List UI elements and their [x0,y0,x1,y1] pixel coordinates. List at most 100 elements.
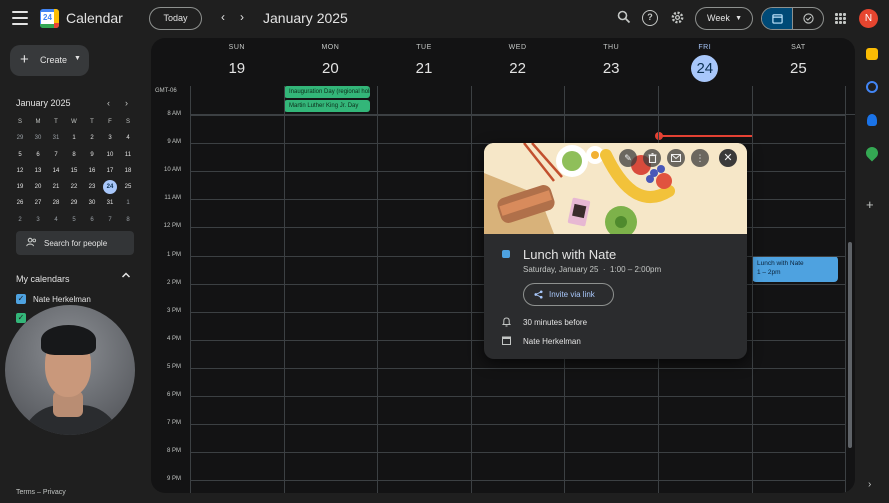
mini-day-cell[interactable]: 11 [119,147,137,163]
mini-day-cell[interactable]: 30 [29,130,47,146]
mini-weekday-label: W [71,119,77,125]
mini-day-cell[interactable]: 7 [101,212,119,228]
tasks-icon[interactable] [866,81,878,93]
day-number[interactable]: 25 [785,55,812,82]
checkbox-checked-icon[interactable]: ✓ [16,313,26,323]
mini-day-cell[interactable]: 5 [11,147,29,163]
day-number[interactable]: 24 [691,55,719,82]
calendar-logo-icon[interactable]: 24 [40,9,59,28]
day-number[interactable]: 19 [223,55,250,82]
allday-event[interactable]: Inauguration Day (regional holiday) [284,86,370,98]
mini-day-cell[interactable]: 10 [101,147,119,163]
mini-day-cell[interactable]: 21 [47,179,65,195]
day-header-thu[interactable]: THU 23 [564,38,658,86]
mini-day-cell[interactable]: 6 [83,212,101,228]
day-header-wed[interactable]: WED 22 [471,38,565,86]
mini-day-cell[interactable]: 1 [119,195,137,211]
mini-day-cell[interactable]: 3 [29,212,47,228]
mini-day-cell[interactable]: 2 [11,212,29,228]
maps-icon[interactable] [863,144,881,162]
mini-day-cell[interactable]: 18 [119,163,137,179]
search-people-input[interactable]: Search for people [16,231,134,255]
contacts-icon[interactable] [867,114,877,126]
day-header-sat[interactable]: SAT 25 [752,38,846,86]
edit-pencil-icon[interactable]: ✎ [619,149,637,167]
mini-day-cell[interactable]: 29 [65,195,83,211]
mini-day-cell[interactable]: 26 [11,195,29,211]
search-icon[interactable] [616,10,632,26]
mini-day-cell[interactable]: 6 [29,147,47,163]
day-number[interactable]: 21 [410,55,437,82]
day-header-tue[interactable]: TUE 21 [377,38,471,86]
mini-day-cell[interactable]: 20 [29,179,47,195]
main-menu-icon[interactable] [12,11,28,25]
hour-label: 10 AM [163,167,181,174]
mini-day-cell[interactable]: 8 [65,147,83,163]
settings-gear-icon[interactable] [669,10,685,26]
mini-day-cell[interactable]: 19 [11,179,29,195]
close-icon[interactable]: ✕ [719,149,737,167]
expand-side-panel-icon[interactable]: › [868,479,871,490]
view-select-button[interactable]: Week ▼ [695,7,753,30]
account-avatar[interactable]: N [859,9,878,28]
my-calendars-heading[interactable]: My calendars [16,274,70,284]
checkbox-checked-icon[interactable]: ✓ [16,294,26,304]
help-icon[interactable]: ? [642,10,658,26]
allday-event[interactable]: Martin Luther King Jr. Day [284,100,370,112]
mini-next-month-icon[interactable]: › [125,98,128,108]
mini-day-cell[interactable]: 28 [47,195,65,211]
timed-event-lunch[interactable]: Lunch with Nate 1 – 2pm [752,256,838,282]
mini-day-cell[interactable]: 8 [119,212,137,228]
mini-day-cell[interactable]: 15 [65,163,83,179]
mini-day-cell[interactable]: 29 [11,130,29,146]
day-header-mon[interactable]: MON 20 [284,38,378,86]
add-addon-icon[interactable]: + [866,197,874,212]
app-title[interactable]: Calendar [66,10,123,26]
mini-day-cell[interactable]: 25 [119,179,137,195]
mini-day-cell[interactable]: 1 [65,130,83,146]
email-envelope-icon[interactable] [667,149,685,167]
mini-prev-month-icon[interactable]: ‹ [107,98,110,108]
mini-day-cell[interactable]: 30 [83,195,101,211]
day-header-sun[interactable]: SUN 19 [190,38,284,86]
mini-day-cell[interactable]: 9 [83,147,101,163]
today-button[interactable]: Today [149,7,202,30]
current-time-dot [655,132,663,140]
day-number[interactable]: 22 [504,55,531,82]
mini-weekday-label: F [108,119,112,125]
chevron-up-icon[interactable] [121,271,131,282]
next-week-icon[interactable]: › [235,10,249,24]
delete-trash-icon[interactable] [643,149,661,167]
calendar-view-icon[interactable] [762,8,793,29]
mini-day-cell[interactable]: 14 [47,163,65,179]
mini-day-cell[interactable]: 4 [119,130,137,146]
create-button[interactable]: + Create ▼ [10,45,89,76]
mini-day-cell[interactable]: 7 [47,147,65,163]
day-number[interactable]: 23 [598,55,625,82]
mini-day-cell[interactable]: 4 [47,212,65,228]
mini-day-cell[interactable]: 31 [47,130,65,146]
mini-day-cell[interactable]: 3 [101,130,119,146]
terms-privacy-links[interactable]: Terms – Privacy [16,489,66,496]
invite-via-link-button[interactable]: Invite via link [523,283,614,306]
day-header-fri[interactable]: FRI 24 [658,38,752,86]
mini-day-cell[interactable]: 5 [65,212,83,228]
mini-day-cell[interactable]: 16 [83,163,101,179]
tasks-view-icon[interactable] [793,8,823,29]
more-options-icon[interactable]: ⋮ [691,149,709,167]
mini-day-cell[interactable]: 23 [83,179,101,195]
mini-day-cell[interactable]: 13 [29,163,47,179]
mini-day-cell[interactable]: 24 [101,179,119,195]
mini-day-cell[interactable]: 17 [101,163,119,179]
keep-notes-icon[interactable] [866,48,878,60]
google-apps-icon[interactable] [835,13,846,24]
previous-week-icon[interactable]: ‹ [216,10,230,24]
day-number[interactable]: 20 [317,55,344,82]
mini-day-cell[interactable]: 12 [11,163,29,179]
mini-day-cell[interactable]: 2 [83,130,101,146]
create-label: Create [40,55,68,65]
mini-day-cell[interactable]: 31 [101,195,119,211]
mini-day-cell[interactable]: 27 [29,195,47,211]
scrollbar-thumb[interactable] [848,242,852,448]
mini-day-cell[interactable]: 22 [65,179,83,195]
